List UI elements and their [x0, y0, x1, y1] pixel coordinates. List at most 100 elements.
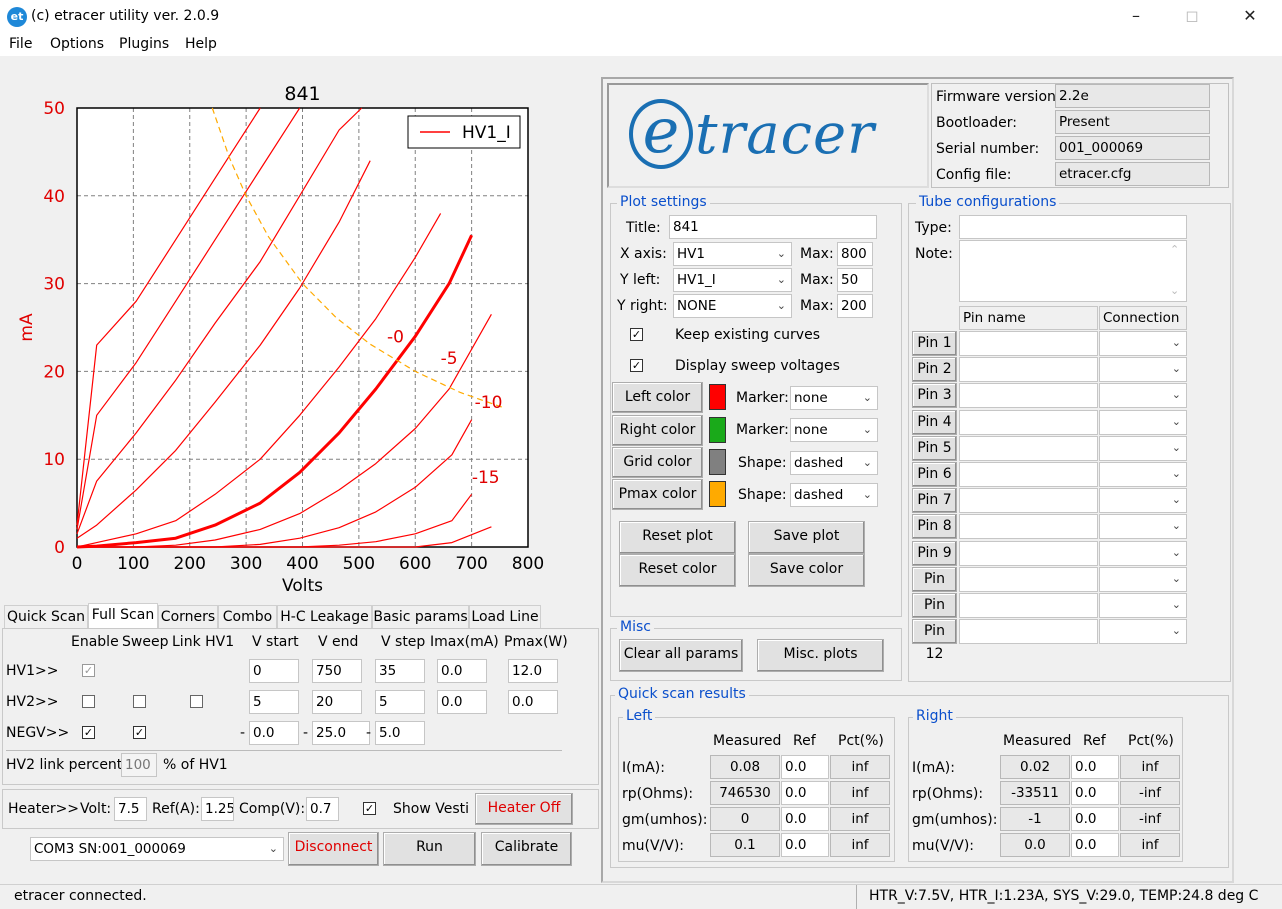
heater-volt[interactable]: 7.5	[114, 797, 147, 821]
qs-right-ref[interactable]: 0.0	[1071, 781, 1119, 805]
tube-note-textarea[interactable]	[959, 240, 1187, 302]
pin-button[interactable]: Pin 9	[912, 540, 957, 566]
clear-params-button[interactable]: Clear all params	[619, 639, 743, 672]
save-color-button[interactable]: Save color	[748, 554, 865, 587]
qs-left-ref[interactable]: 0.0	[781, 755, 829, 779]
pin-button[interactable]: Pin 3	[912, 383, 957, 409]
pin-connection-select[interactable]: ⌄	[1099, 409, 1187, 435]
pin-button[interactable]: Pin 11	[912, 593, 957, 636]
pin-connection-select[interactable]: ⌄	[1099, 619, 1187, 645]
qs-left-ref[interactable]: 0.0	[781, 781, 829, 805]
pin-button[interactable]: Pin 2	[912, 357, 957, 383]
left-color-swatch[interactable]	[709, 384, 726, 410]
pin-name-input[interactable]	[959, 383, 1098, 409]
hv1-imax[interactable]: 0.0	[437, 659, 487, 683]
pin-button[interactable]: Pin 12	[912, 619, 957, 662]
hv1-v-start[interactable]: 0	[249, 659, 299, 683]
pin-name-input[interactable]	[959, 593, 1098, 618]
reset-color-button[interactable]: Reset color	[619, 554, 736, 587]
yrmax-input[interactable]: 200	[837, 294, 873, 318]
tab-hc-leakage[interactable]: H-C Leakage	[277, 605, 372, 629]
yright-select[interactable]: NONE ⌄	[673, 294, 792, 318]
grid-shape-select[interactable]: dashed ⌄	[790, 451, 878, 475]
pin-name-input[interactable]	[959, 409, 1098, 435]
tab-corners[interactable]: Corners	[158, 605, 218, 629]
pmax-color-swatch[interactable]	[709, 481, 726, 507]
pin-connection-select[interactable]: ⌄	[1099, 383, 1187, 409]
misc-plots-button[interactable]: Misc. plots	[757, 639, 884, 672]
pin-button[interactable]: Pin 8	[912, 514, 957, 540]
tab-load-line[interactable]: Load Line	[469, 605, 541, 629]
tab-basic-params[interactable]: Basic params	[372, 605, 469, 629]
heater-comp[interactable]: 0.7	[306, 797, 339, 821]
pin-connection-select[interactable]: ⌄	[1099, 357, 1187, 383]
qs-right-ref[interactable]: 0.0	[1071, 833, 1119, 857]
negv-v-start[interactable]: 0.0	[249, 721, 299, 745]
qs-right-ref[interactable]: 0.0	[1071, 755, 1119, 779]
menu-help[interactable]: Help	[185, 36, 217, 52]
left-marker-select[interactable]: none ⌄	[790, 386, 878, 410]
disconnect-button[interactable]: Disconnect	[288, 832, 379, 866]
hv2-v-end[interactable]: 20	[312, 690, 362, 714]
tab-full-scan[interactable]: Full Scan	[88, 603, 158, 630]
hv2-sweep-checkbox[interactable]	[133, 695, 146, 708]
right-marker-select[interactable]: none ⌄	[790, 418, 878, 442]
ylmax-input[interactable]: 50	[837, 268, 873, 292]
pmax-color-button[interactable]: Pmax color	[612, 479, 703, 510]
hv2-imax[interactable]: 0.0	[437, 690, 487, 714]
pin-connection-select[interactable]: ⌄	[1099, 593, 1187, 618]
com-port-select[interactable]: COM3 SN:001_000069 ⌄	[30, 837, 284, 861]
pin-name-input[interactable]	[959, 566, 1098, 592]
xmax-input[interactable]: 800	[837, 242, 873, 266]
run-button[interactable]: Run	[383, 832, 476, 866]
tab-combo[interactable]: Combo	[218, 605, 277, 629]
tube-type-input[interactable]	[959, 215, 1187, 239]
pin-name-input[interactable]	[959, 357, 1098, 383]
hv1-pmax[interactable]: 12.0	[508, 659, 558, 683]
menu-options[interactable]: Options	[50, 36, 104, 52]
pin-button[interactable]: Pin 1	[912, 331, 957, 356]
hv2-enable-checkbox[interactable]	[82, 695, 95, 708]
scroll-up-icon[interactable]: ⌃	[1170, 243, 1179, 256]
pin-name-input[interactable]	[959, 488, 1098, 514]
pin-connection-select[interactable]: ⌄	[1099, 488, 1187, 514]
pin-name-input[interactable]	[959, 435, 1098, 461]
pin-button[interactable]: Pin 7	[912, 488, 957, 514]
reset-plot-button[interactable]: Reset plot	[619, 521, 736, 554]
pmax-shape-select[interactable]: dashed ⌄	[790, 483, 878, 507]
negv-v-step[interactable]: 5.0	[375, 721, 425, 745]
pin-connection-select[interactable]: ⌄	[1099, 540, 1187, 566]
right-color-swatch[interactable]	[709, 417, 726, 443]
negv-sweep-checkbox[interactable]: ✓	[133, 726, 146, 739]
qs-right-ref[interactable]: 0.0	[1071, 807, 1119, 831]
maximize-icon[interactable]: ◻	[1169, 0, 1215, 34]
pin-connection-select[interactable]: ⌄	[1099, 331, 1187, 356]
hv1-v-end[interactable]: 750	[312, 659, 362, 683]
xaxis-select[interactable]: HV1 ⌄	[673, 242, 792, 266]
scroll-down-icon[interactable]: ⌄	[1170, 284, 1179, 297]
pin-name-input[interactable]	[959, 331, 1098, 356]
minimize-icon[interactable]: –	[1113, 0, 1159, 34]
plot-title-input[interactable]: 841	[669, 215, 877, 239]
right-color-button[interactable]: Right color	[612, 415, 703, 446]
save-plot-button[interactable]: Save plot	[748, 521, 865, 554]
heater-off-button[interactable]: Heater Off	[475, 793, 573, 825]
pin-connection-select[interactable]: ⌄	[1099, 566, 1187, 592]
negv-v-end[interactable]: 25.0	[312, 721, 370, 745]
hv1-v-step[interactable]: 35	[375, 659, 425, 683]
qs-left-ref[interactable]: 0.0	[781, 807, 829, 831]
yleft-select[interactable]: HV1_I ⌄	[673, 268, 792, 292]
display-sweep-checkbox[interactable]: ✓	[630, 359, 643, 372]
close-icon[interactable]: ✕	[1227, 0, 1273, 34]
pin-connection-select[interactable]: ⌄	[1099, 435, 1187, 461]
calibrate-button[interactable]: Calibrate	[481, 832, 572, 866]
pin-connection-select[interactable]: ⌄	[1099, 514, 1187, 540]
keep-curves-checkbox[interactable]: ✓	[630, 328, 643, 341]
negv-enable-checkbox[interactable]: ✓	[82, 726, 95, 739]
grid-color-swatch[interactable]	[709, 449, 726, 475]
grid-color-button[interactable]: Grid color	[612, 447, 703, 478]
heater-ref[interactable]: 1.25	[201, 797, 234, 821]
pin-name-input[interactable]	[959, 540, 1098, 566]
pin-button[interactable]: Pin 4	[912, 409, 957, 435]
show-vesti-checkbox[interactable]: ✓	[363, 802, 376, 815]
